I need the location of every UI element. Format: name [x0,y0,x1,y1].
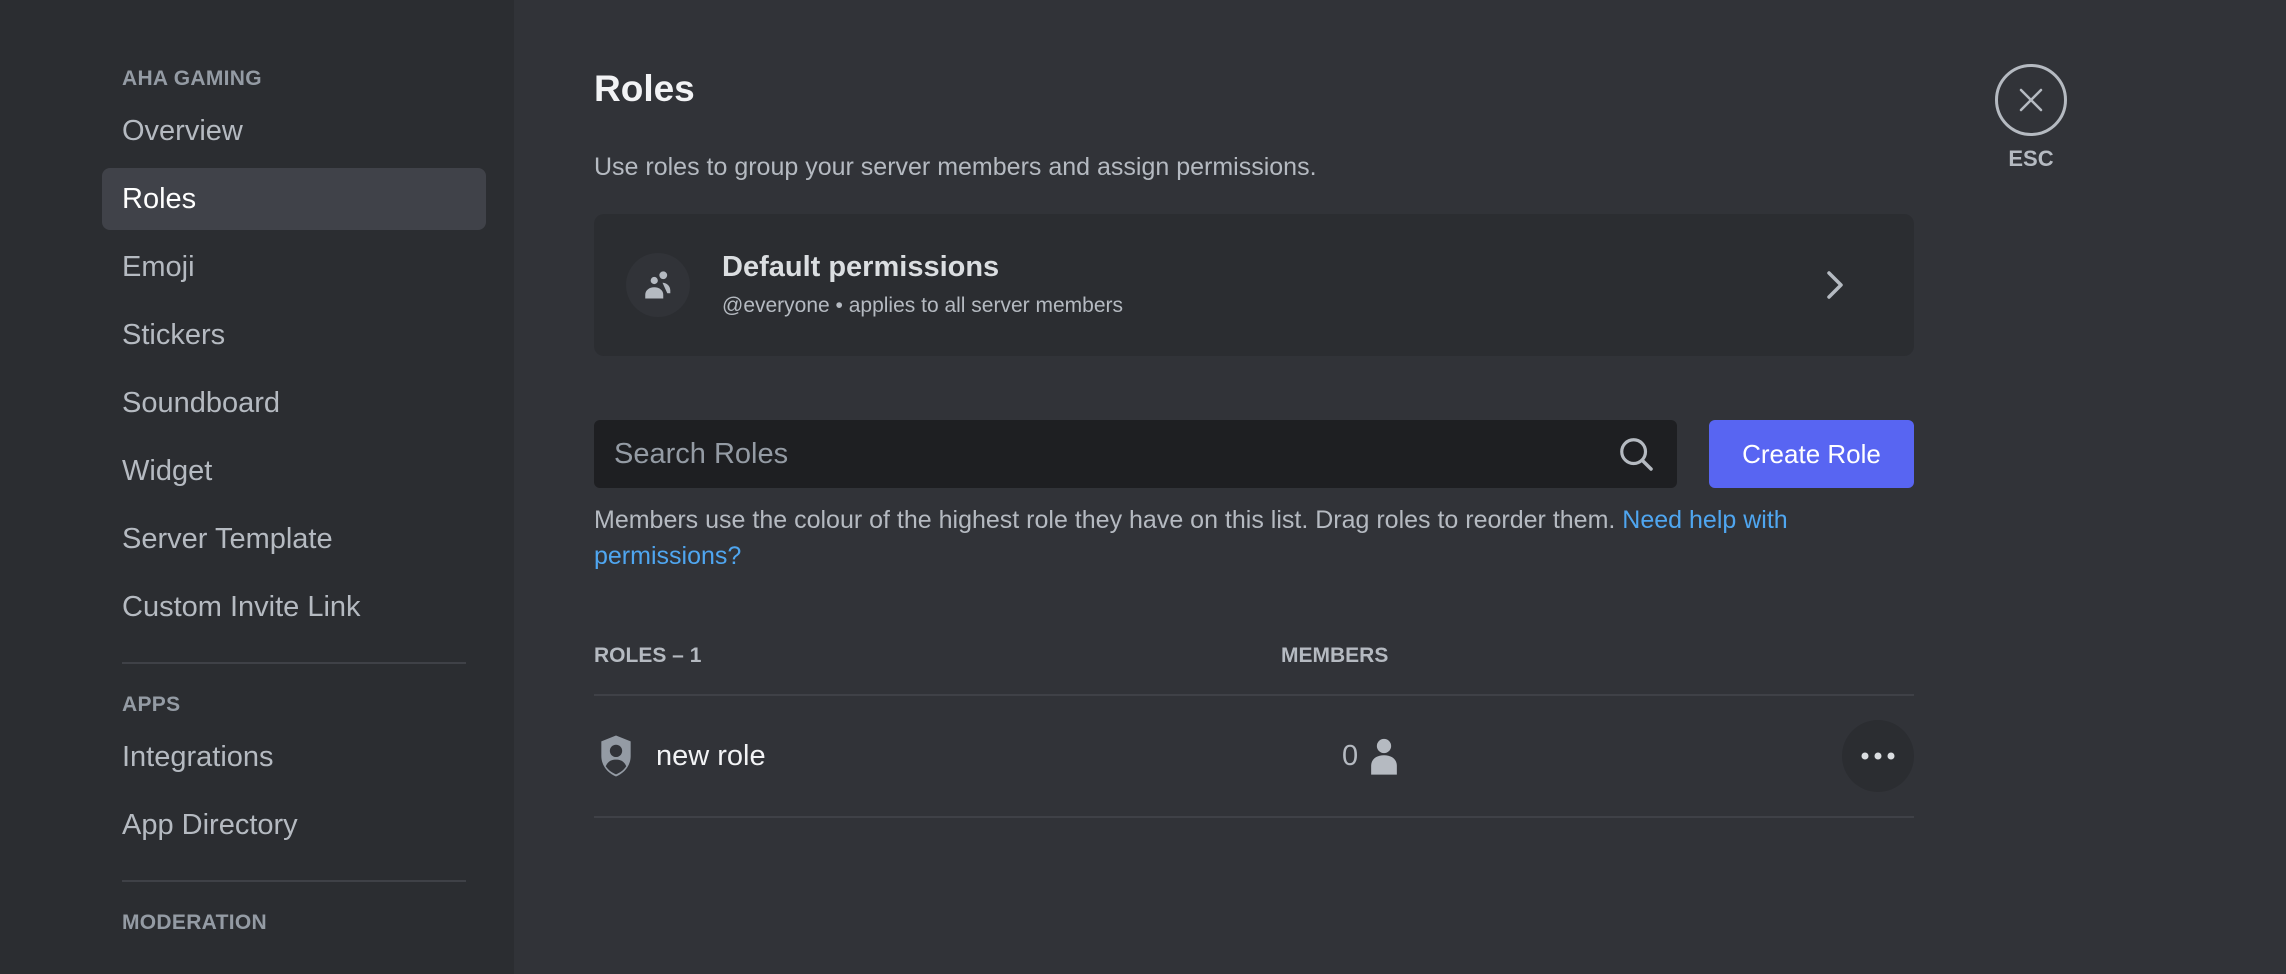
sidebar-divider [122,662,466,664]
people-icon [626,253,690,317]
sidebar-item-server-template[interactable]: Server Template [102,508,486,570]
person-icon [1371,738,1397,775]
close-settings: ESC [1995,64,2067,172]
sidebar-item-overview[interactable]: Overview [102,100,486,162]
role-order-help-text: Members use the colour of the highest ro… [594,502,1914,574]
create-role-button[interactable]: Create Role [1709,420,1914,488]
role-member-count: 0 [1342,736,1402,776]
search-roles-input[interactable] [594,419,1576,489]
roles-settings-panel: Roles Use roles to group your server mem… [514,0,2286,974]
roles-table-header: ROLES – 1 MEMBERS [594,636,1914,676]
page-description: Use roles to group your server members a… [594,153,1317,181]
more-horizontal-icon [1861,752,1895,760]
sidebar-item-widget[interactable]: Widget [102,440,486,502]
sidebar-item-roles[interactable]: Roles [102,168,486,230]
sidebar-item-emoji[interactable]: Emoji [102,236,486,298]
role-order-description: Members use the colour of the highest ro… [594,506,1623,534]
chevron-right-icon [1827,271,1843,299]
close-button[interactable] [1995,64,2067,136]
sidebar-content: AHA GAMING Overview Roles Emoji Stickers… [102,64,486,938]
sidebar-section-header-apps: APPS [122,693,181,716]
sidebar-section-header-moderation: MODERATION [122,911,267,934]
member-count-value: 0 [1342,739,1359,772]
table-divider [594,816,1914,818]
role-more-options-button[interactable] [1842,720,1914,792]
default-permissions-subtitle: @everyone • applies to all server member… [722,294,1123,317]
search-box [594,419,1677,489]
app-window: AHA GAMING Overview Roles Emoji Stickers… [0,0,2286,974]
roles-content: Roles Use roles to group your server mem… [594,64,1914,818]
sidebar-divider [122,880,466,882]
role-name: new role [656,739,766,772]
close-icon [2019,88,2043,112]
role-row[interactable]: new role 0 [594,696,1914,816]
page-title: Roles [594,68,695,109]
sidebar-item-app-directory[interactable]: App Directory [102,794,486,856]
sidebar-item-custom-invite-link[interactable]: Custom Invite Link [102,576,486,638]
sidebar-section-header-server: AHA GAMING [122,67,262,90]
shield-user-icon [601,735,631,777]
sidebar-item-soundboard[interactable]: Soundboard [102,372,486,434]
esc-label: ESC [2008,146,2054,171]
default-permissions-card[interactable]: Default permissions @everyone • applies … [594,214,1914,356]
settings-sidebar: AHA GAMING Overview Roles Emoji Stickers… [0,0,514,974]
default-permissions-title: Default permissions [722,251,1000,283]
column-header-members: MEMBERS [1281,644,1389,667]
sidebar-item-stickers[interactable]: Stickers [102,304,486,366]
sidebar-item-integrations[interactable]: Integrations [102,726,486,788]
search-row: Create Role [594,419,1914,489]
column-header-roles: ROLES – 1 [594,644,702,667]
default-permissions-text: Default permissions @everyone • applies … [722,249,1123,321]
search-icon [1620,438,1653,471]
